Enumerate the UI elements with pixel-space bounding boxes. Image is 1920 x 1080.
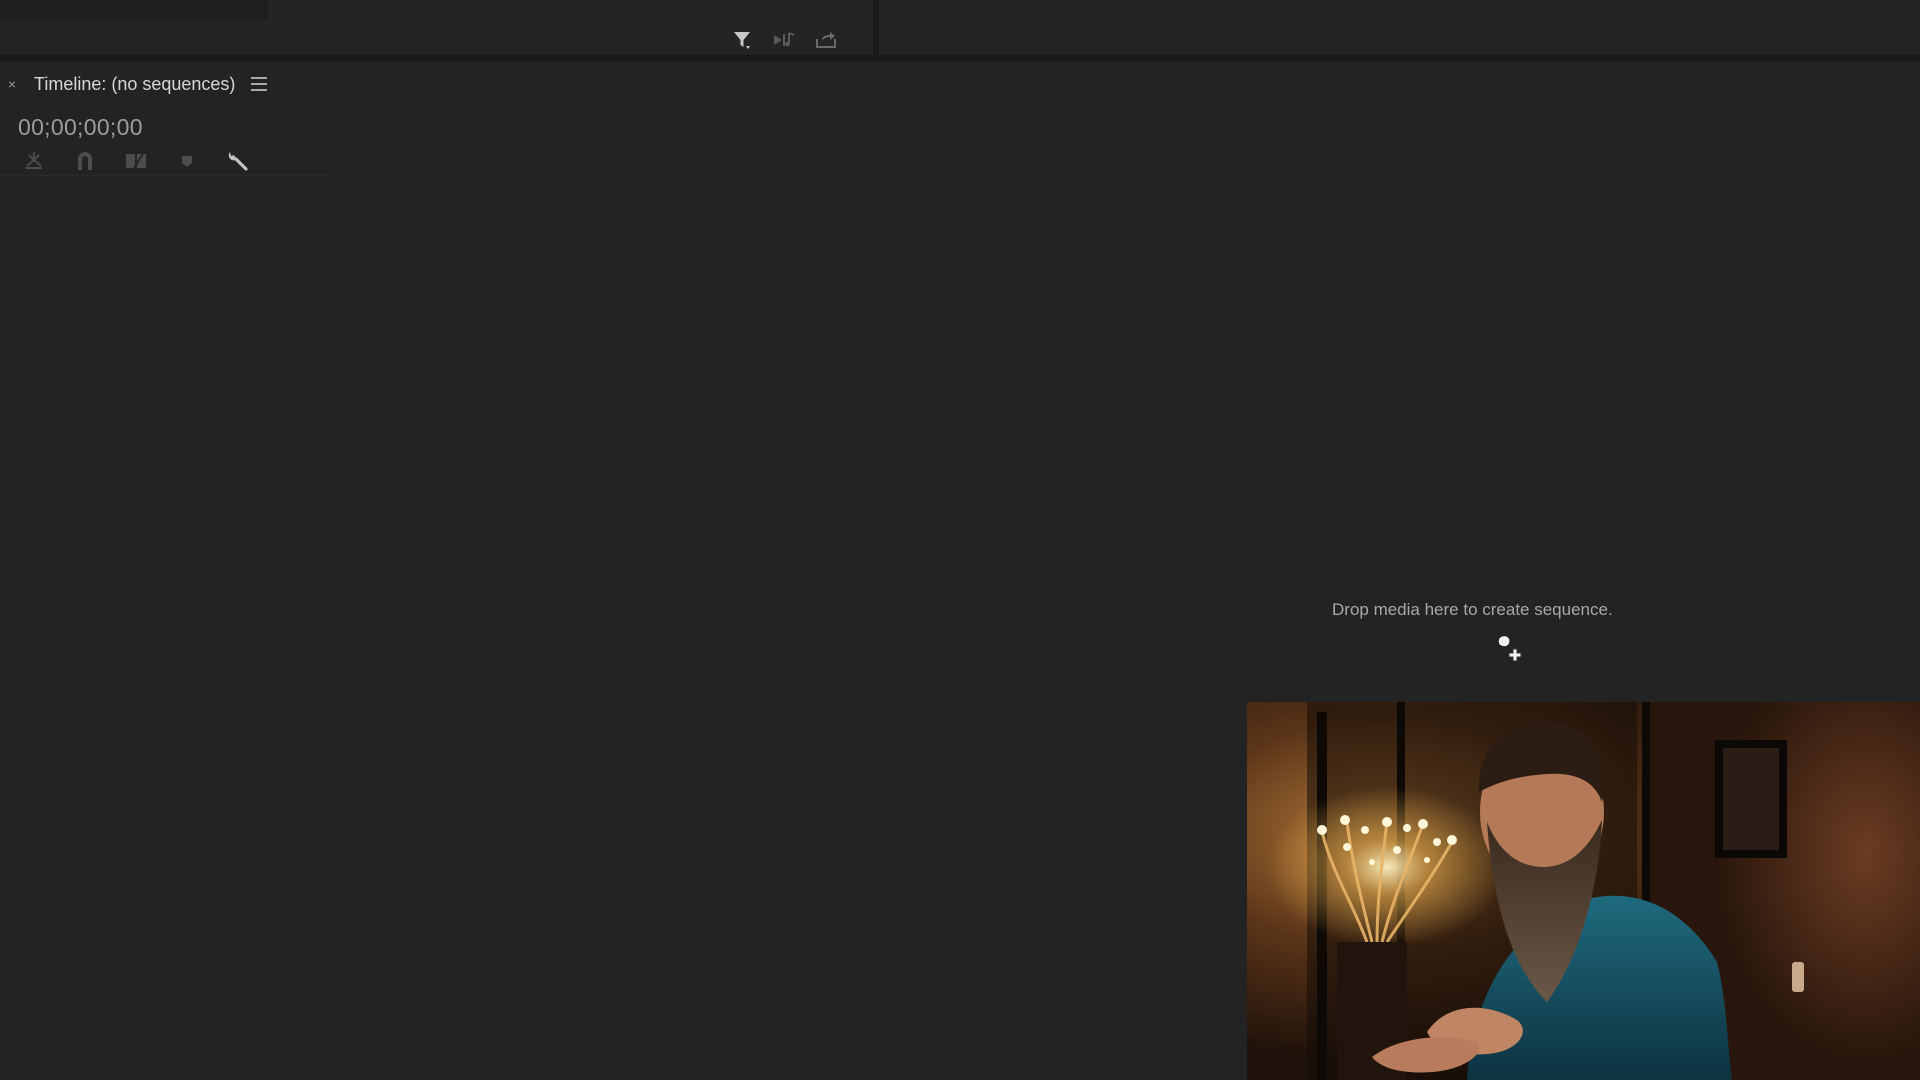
top-panel-strip	[0, 0, 1920, 55]
timeline-title[interactable]: Timeline: (no sequences)	[34, 74, 235, 95]
top-toolbar	[730, 28, 838, 52]
webcam-overlay	[1247, 702, 1920, 1080]
wrench-settings-icon[interactable]	[226, 149, 250, 173]
snap-magnet-icon[interactable]	[73, 149, 97, 173]
insert-audio-icon[interactable]	[772, 28, 796, 52]
timeline-panel-tab: × Timeline: (no sequences)	[0, 70, 268, 98]
timeline-tools	[22, 148, 277, 174]
filter-icon[interactable]	[730, 28, 754, 52]
drop-media-hint: Drop media here to create sequence.	[1332, 600, 1613, 619]
add-marker-icon[interactable]	[175, 149, 199, 173]
linked-selection-icon[interactable]	[124, 149, 148, 173]
panel-horizontal-divider[interactable]	[0, 55, 1920, 61]
export-icon[interactable]	[814, 28, 838, 52]
panel-vertical-divider[interactable]	[873, 0, 879, 55]
drag-cursor-icon	[1494, 633, 1528, 667]
nest-sequence-icon[interactable]	[22, 149, 46, 173]
playhead-timecode[interactable]: 00;00;00;00	[18, 114, 143, 141]
panel-menu-icon[interactable]	[251, 77, 268, 91]
top-left-field[interactable]	[0, 0, 268, 20]
close-icon[interactable]: ×	[0, 76, 24, 92]
tools-divider	[0, 175, 330, 176]
